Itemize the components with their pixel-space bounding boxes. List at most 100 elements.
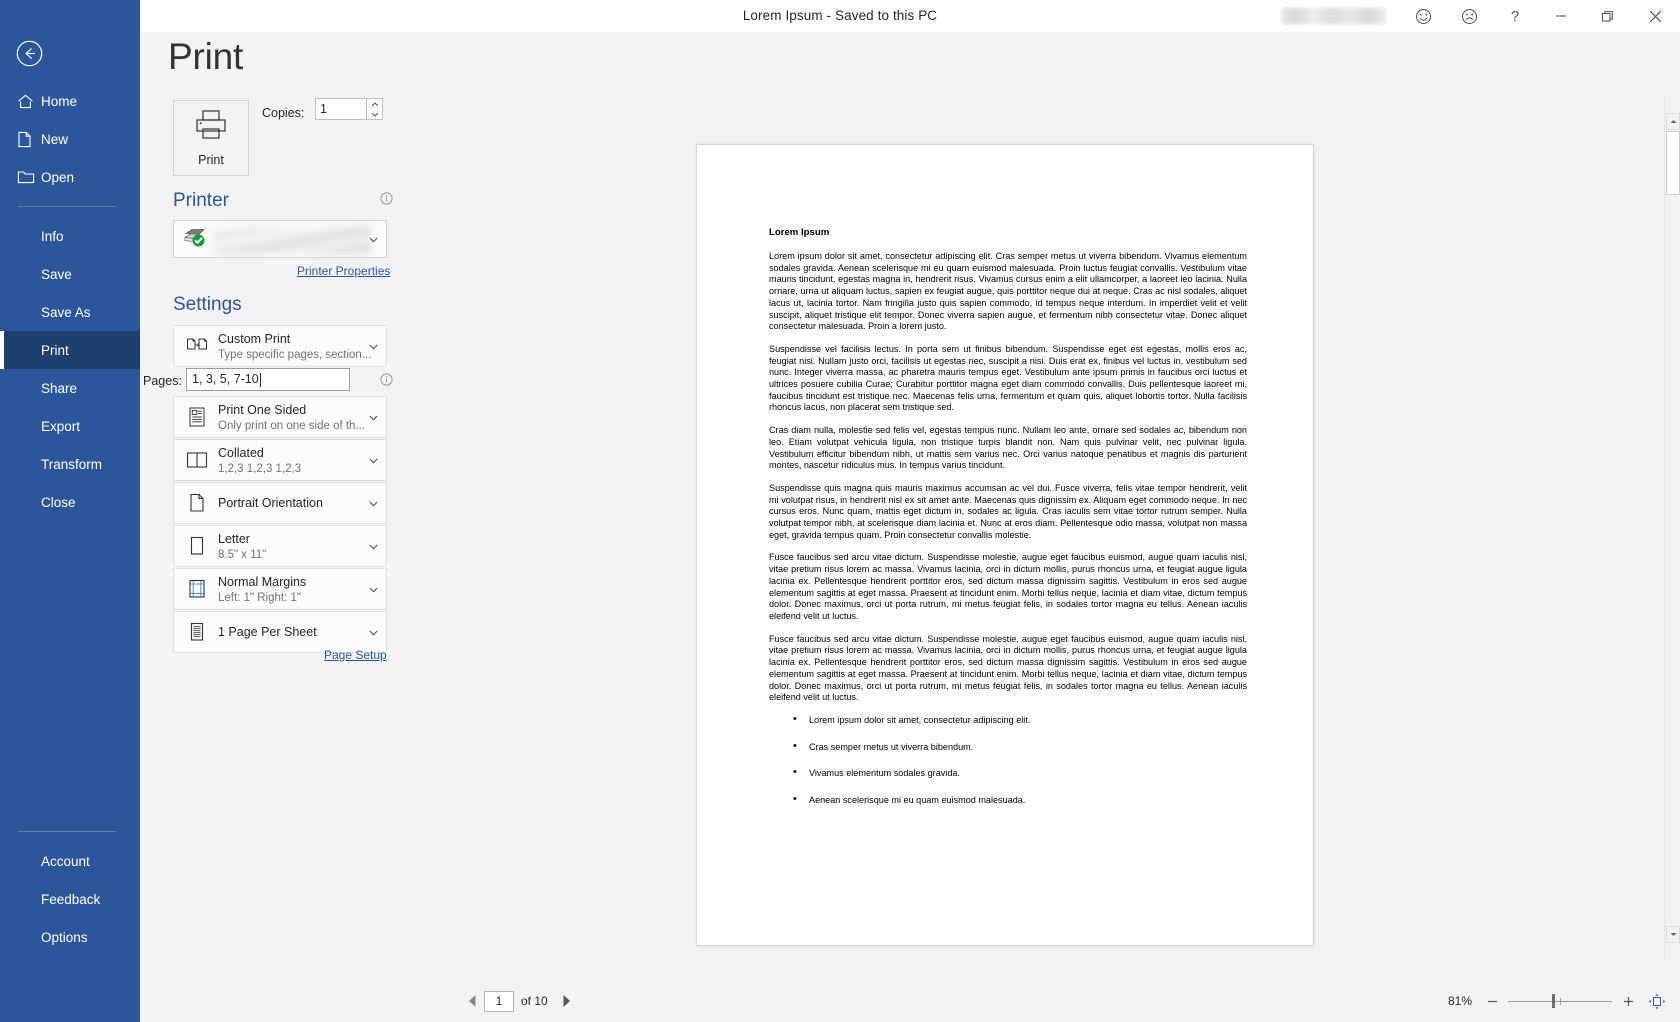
document-paragraph: Suspendisse quis magna quis mauris maxim… (769, 482, 1247, 540)
minimize-button[interactable] (1538, 0, 1584, 32)
setting-pages-per-sheet[interactable]: 1 Page Per Sheet (173, 611, 387, 653)
preview-vertical-scrollbar[interactable] (1664, 95, 1680, 961)
sidebar-item-open[interactable]: Open (0, 158, 140, 196)
page-title: Print (168, 36, 244, 77)
printer-properties-link[interactable]: Printer Properties (297, 264, 390, 278)
frown-icon[interactable] (1446, 0, 1492, 32)
setting-subtitle: Only print on one side of th... (218, 420, 366, 432)
page-setup-link[interactable]: Page Setup (324, 648, 387, 662)
zoom-slider-tick (1560, 998, 1561, 1005)
zoom-slider-handle[interactable] (1552, 994, 1555, 1008)
copies-input[interactable]: 1 (315, 98, 367, 120)
current-page-input[interactable]: 1 (484, 990, 514, 1012)
sidebar-item-account[interactable]: Account (0, 842, 140, 880)
account-name-redacted[interactable] (1282, 8, 1386, 24)
setting-print-one-sided[interactable]: Print One Sided Only print on one side o… (173, 396, 387, 438)
zoom-controls: 81% (1448, 991, 1668, 1011)
document-content: Lorem Ipsum Lorem ipsum dolor sit amet, … (769, 227, 1247, 822)
setting-title: Collated (218, 446, 264, 460)
pages-info-icon[interactable] (380, 373, 393, 391)
back-arrow-icon[interactable] (14, 38, 44, 68)
copies-stepper[interactable] (367, 98, 383, 120)
printer-select[interactable] (173, 220, 387, 258)
close-button[interactable] (1630, 0, 1680, 32)
document-paragraph: Cras diam nulla, molestie sed felis vel,… (769, 425, 1247, 471)
next-page-button[interactable] (555, 990, 579, 1012)
chevron-down-icon (369, 337, 378, 355)
sidebar-item-feedback[interactable]: Feedback (0, 880, 140, 918)
list-item: Vivamus elementum sodales gravida. (769, 767, 1247, 780)
previous-page-button[interactable] (460, 990, 484, 1012)
document-paragraph: Fusce faucibus sed arcu vitae dictum. Su… (769, 552, 1247, 621)
sidebar-bottom-list: Account Feedback Options (0, 821, 140, 956)
zoom-to-page-button[interactable] (1646, 991, 1668, 1011)
sidebar-item-label: Options (41, 929, 88, 945)
setting-title: 1 Page Per Sheet (218, 625, 317, 639)
sidebar-item-options[interactable]: Options (0, 918, 140, 956)
sidebar-item-new[interactable]: New (0, 120, 140, 158)
print-button[interactable]: Print (173, 100, 249, 176)
document-page: Lorem Ipsum Lorem ipsum dolor sit amet, … (696, 144, 1314, 946)
chevron-down-icon (369, 537, 378, 555)
preview-scroll-area[interactable]: Lorem Ipsum Lorem ipsum dolor sit amet, … (450, 95, 1666, 961)
sidebar-item-label: Info (41, 228, 64, 244)
chevron-down-icon (369, 623, 378, 641)
custom-print-icon (184, 336, 210, 356)
pages-label: Pages: (143, 374, 182, 388)
backstage-sidebar: Home New Open Info Save Save As Print Sh… (0, 0, 140, 1022)
zoom-out-button[interactable] (1484, 992, 1500, 1010)
setting-custom-print[interactable]: Custom Print Type specific pages, sectio… (173, 325, 387, 367)
scroll-up-button[interactable] (1666, 113, 1680, 130)
sidebar-item-export[interactable]: Export (0, 407, 140, 445)
sidebar-item-share[interactable]: Share (0, 369, 140, 407)
print-preview-pane: Lorem Ipsum Lorem ipsum dolor sit amet, … (450, 32, 1680, 1022)
document-bullet-list: Lorem ipsum dolor sit amet, consectetur … (769, 714, 1247, 807)
smiley-icon[interactable] (1400, 0, 1446, 32)
setting-title: Letter (218, 532, 250, 546)
zoom-in-button[interactable] (1620, 992, 1636, 1010)
one-sided-icon (184, 406, 210, 428)
printer-icon (193, 109, 229, 146)
sidebar-divider-bottom (18, 831, 116, 832)
copies-label: Copies: (262, 106, 305, 120)
scrollbar-thumb[interactable] (1666, 131, 1680, 195)
setting-paper-size[interactable]: Letter 8.5" x 11" (173, 525, 387, 567)
print-button-label: Print (198, 153, 224, 167)
scroll-down-button[interactable] (1666, 926, 1680, 943)
list-item: Cras semper metus ut viverra bibendum. (769, 741, 1247, 754)
page-count-label: of 10 (521, 994, 548, 1008)
sidebar-item-label: Close (41, 494, 76, 510)
sidebar-item-label: Save As (41, 304, 91, 320)
setting-orientation[interactable]: Portrait Orientation (173, 482, 387, 524)
setting-collated[interactable]: Collated 1,2,3 1,2,3 1,2,3 (173, 439, 387, 481)
pages-input-value: 1, 3, 5, 7-10 (192, 372, 259, 386)
portrait-icon (184, 492, 210, 514)
sidebar-item-save[interactable]: Save (0, 255, 140, 293)
setting-title: Portrait Orientation (218, 496, 323, 510)
zoom-percent-label[interactable]: 81% (1448, 994, 1472, 1008)
restore-button[interactable] (1584, 0, 1630, 32)
setting-subtitle: 1,2,3 1,2,3 1,2,3 (218, 463, 302, 475)
document-paragraph: Fusce faucibus sed arcu vitae dictum. Su… (769, 633, 1247, 703)
chevron-down-icon (369, 230, 378, 248)
sidebar-item-close[interactable]: Close (0, 483, 140, 521)
copies-stepper-up[interactable] (367, 99, 382, 109)
margins-icon (184, 578, 210, 600)
pages-input[interactable]: 1, 3, 5, 7-10 (186, 368, 350, 391)
sidebar-item-save-as[interactable]: Save As (0, 293, 140, 331)
zoom-slider[interactable] (1508, 992, 1612, 1010)
sidebar-item-print[interactable]: Print (0, 331, 140, 369)
sidebar-divider (18, 206, 116, 207)
sidebar-item-transform[interactable]: Transform (0, 445, 140, 483)
document-paragraph: Suspendisse vel facilisis lectus. In por… (769, 343, 1247, 413)
sidebar-item-home[interactable]: Home (0, 82, 140, 120)
copies-stepper-down[interactable] (367, 109, 382, 119)
sidebar-item-label: Account (41, 853, 90, 869)
sidebar-item-info[interactable]: Info (0, 217, 140, 255)
help-icon[interactable]: ? (1492, 0, 1538, 32)
document-heading: Lorem Ipsum (769, 227, 830, 238)
setting-margins[interactable]: Normal Margins Left: 1" Right: 1" (173, 568, 387, 610)
collated-icon (184, 450, 210, 470)
settings-heading: Settings (173, 294, 242, 315)
printer-info-icon[interactable] (380, 192, 393, 210)
